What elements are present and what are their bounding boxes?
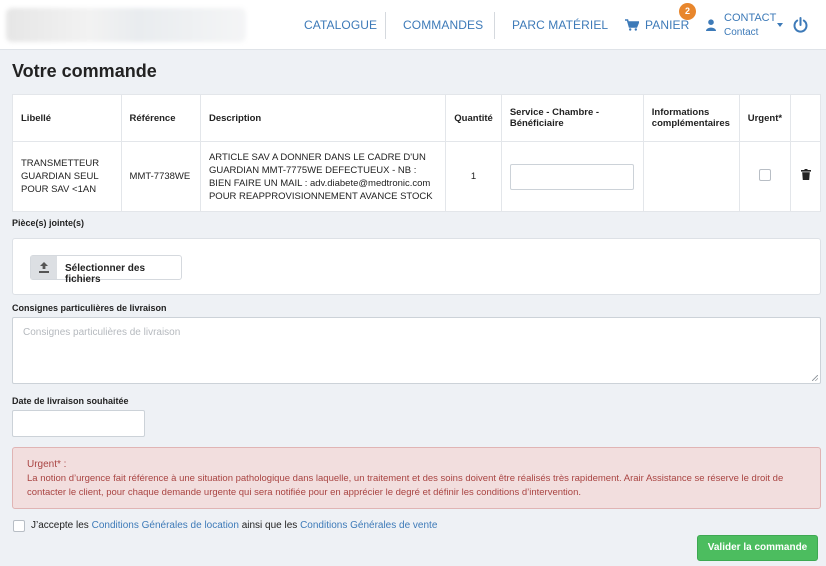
terms-vente-link[interactable]: Conditions Générales de vente <box>300 520 437 531</box>
column-header-infos: Informations complémentaires <box>642 94 740 142</box>
cell-description: ARTICLE SAV A DONNER DANS LE CADRE D'UN … <box>199 141 447 212</box>
cell-actions <box>790 141 821 212</box>
user-menu-subtitle[interactable]: Contact <box>724 27 758 38</box>
select-files-label: Sélectionner des fichiers <box>65 263 146 285</box>
cell-infos <box>642 141 740 212</box>
nav-divider <box>494 12 495 39</box>
nav-panier[interactable]: PANIER <box>645 18 689 32</box>
trash-icon[interactable] <box>800 169 811 180</box>
user-menu-name[interactable]: CONTACT <box>724 12 776 24</box>
column-header-actions <box>790 94 821 142</box>
attachments-panel: Sélectionner des fichiers <box>12 238 821 295</box>
nav-catalogue[interactable]: CATALOGUE <box>304 18 377 32</box>
brand-logo[interactable] <box>6 8 246 42</box>
order-table: Libellé Référence Description Quantité S… <box>12 94 821 212</box>
nav-parc-materiel[interactable]: PARC MATÉRIEL <box>512 18 608 32</box>
select-files-button[interactable]: Sélectionner des fichiers <box>30 255 182 285</box>
column-header-urgent: Urgent* <box>738 94 792 142</box>
nav-divider <box>385 12 386 39</box>
submit-order-button[interactable]: Valider la commande <box>697 535 818 561</box>
nav-commandes[interactable]: COMMANDES <box>403 18 483 32</box>
cell-service <box>500 141 644 212</box>
column-header-libelle: Libellé <box>12 94 122 142</box>
alert-title: Urgent* : <box>27 459 67 470</box>
delivery-notes-textarea[interactable]: Consignes particulières de livraison <box>12 317 821 384</box>
cart-count-badge: 2 <box>679 3 696 20</box>
top-header: CATALOGUE COMMANDES PARC MATÉRIEL PANIER… <box>0 0 826 50</box>
urgent-checkbox[interactable] <box>758 168 771 181</box>
cell-reference: MMT-7738WE <box>120 141 201 212</box>
terms-checkbox[interactable] <box>13 520 25 532</box>
upload-icon-container <box>31 256 57 279</box>
cell-quantite: 1 <box>445 141 502 212</box>
alert-text: La notion d’urgence fait référence à une… <box>27 473 784 498</box>
service-chambre-beneficiaire-input[interactable] <box>509 163 634 190</box>
resize-grip-icon[interactable] <box>812 375 818 381</box>
delivery-notes-label: Consignes particulières de livraison <box>12 303 167 313</box>
table-row: TRANSMETTEUR GUARDIAN SEUL POUR SAV <1AN… <box>12 141 821 212</box>
terms-location-link[interactable]: Conditions Générales de location <box>92 520 239 531</box>
terms-middle: ainsi que les <box>241 520 298 531</box>
chevron-down-icon[interactable] <box>777 23 783 27</box>
urgent-notice-alert: Urgent* : La notion d’urgence fait référ… <box>12 447 821 509</box>
delivery-date-input[interactable] <box>12 410 145 437</box>
page-title: Votre commande <box>12 61 157 81</box>
delivery-notes-placeholder: Consignes particulières de livraison <box>23 327 181 338</box>
attachments-label: Pièce(s) jointe(s) <box>12 218 85 228</box>
table-header-row: Libellé Référence Description Quantité S… <box>12 94 821 142</box>
terms-text: J’accepte les Conditions Générales de lo… <box>31 520 437 531</box>
terms-prefix: J’accepte les <box>31 520 89 531</box>
column-header-description: Description <box>199 94 447 142</box>
power-icon[interactable] <box>793 17 808 33</box>
upload-icon <box>39 262 49 273</box>
delivery-date-label: Date de livraison souhaitée <box>12 396 129 406</box>
cell-libelle: TRANSMETTEUR GUARDIAN SEUL POUR SAV <1AN <box>12 141 122 212</box>
column-header-quantite: Quantité <box>445 94 502 142</box>
shopping-cart-icon[interactable] <box>625 19 639 31</box>
column-header-reference: Référence <box>120 94 201 142</box>
user-icon <box>706 19 716 31</box>
cell-urgent <box>738 141 792 212</box>
column-header-service: Service - Chambre - Bénéficiaire <box>500 94 644 142</box>
